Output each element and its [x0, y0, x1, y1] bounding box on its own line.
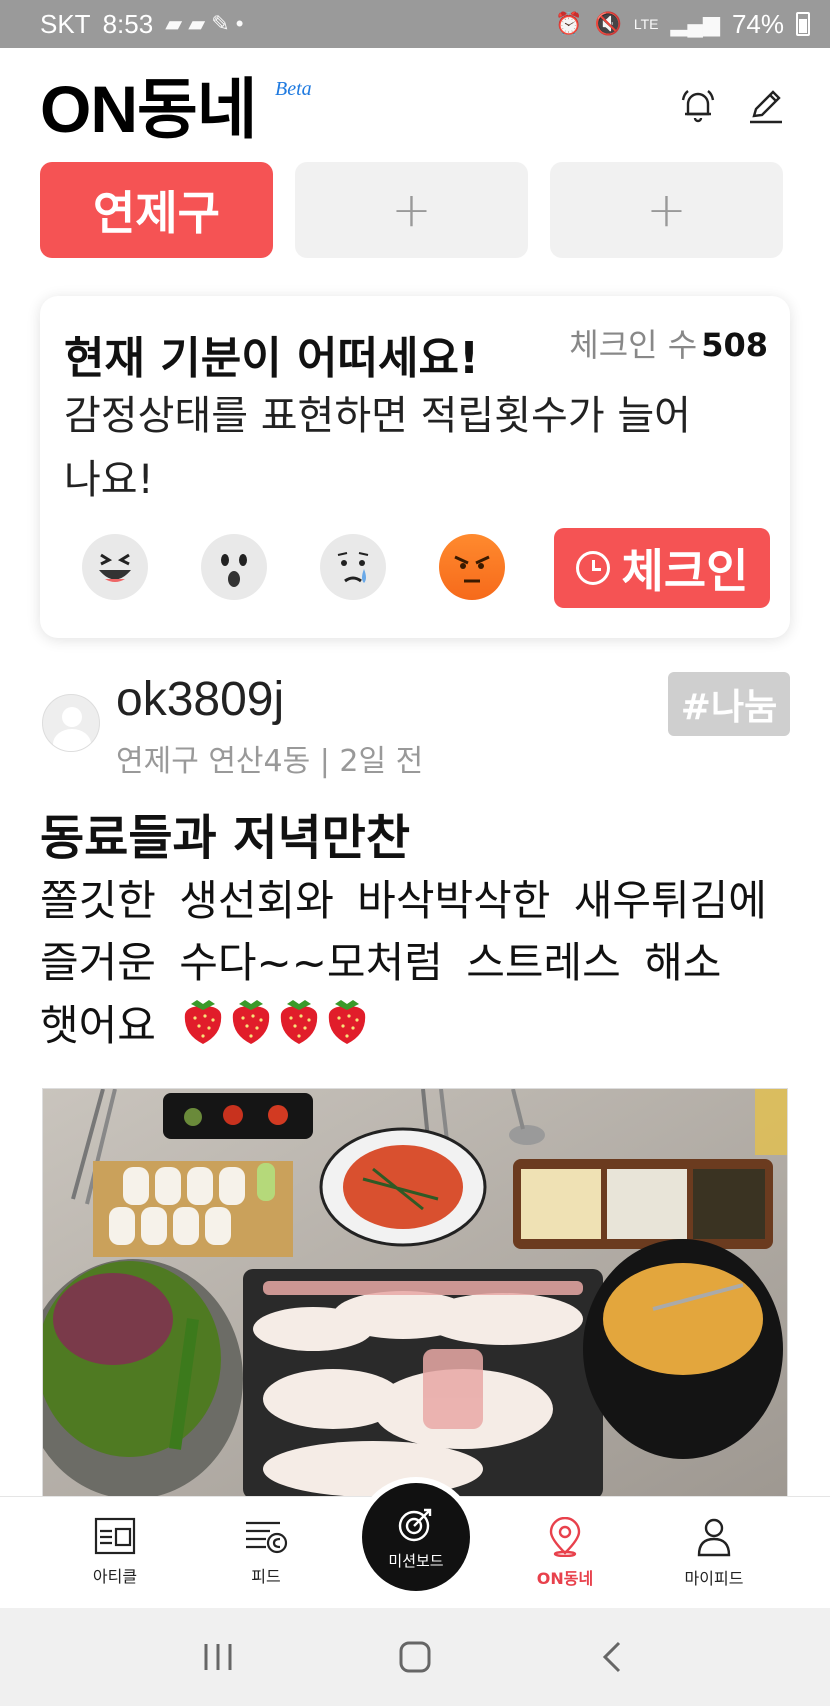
add-region-button[interactable]: +	[550, 162, 783, 258]
clock-time: 8:53	[102, 8, 154, 39]
battery-percent: 74%	[731, 8, 784, 39]
nav-item-mission-board[interactable]: 미션보드	[362, 1483, 470, 1591]
bell-icon[interactable]	[676, 84, 720, 128]
carrier-label: SKT	[40, 8, 91, 39]
notification-icons: ▰ ▰ ✎ •	[165, 11, 244, 36]
target-icon	[398, 1508, 432, 1541]
battery-icon	[796, 12, 810, 36]
checkin-count-value: 508	[701, 326, 768, 364]
post-photo[interactable]	[42, 1088, 788, 1498]
recent-apps-icon[interactable]	[188, 1627, 248, 1687]
checkin-count: 체크인 수 508	[569, 320, 768, 366]
nav-item-on-dongne[interactable]: ON동네	[505, 1517, 625, 1589]
post-body-text: 쫄깃한 생선회와 바삭박삭한 새우튀김에즐거운 수다~~모처럼 스트레스 해소 …	[40, 876, 767, 1050]
post-meta: 연제구 연산4동 | 2일 전	[116, 744, 424, 779]
article-icon	[94, 1517, 136, 1555]
mood-title: 현재 기분이 어떠세요!	[64, 333, 480, 384]
lte-icon: LTE	[633, 16, 659, 32]
nav-label: 피드	[251, 1567, 281, 1586]
clock-icon	[575, 551, 610, 585]
nav-item-article[interactable]: 아티클	[55, 1517, 175, 1587]
strawberry-icon	[323, 994, 371, 1063]
back-icon[interactable]	[582, 1627, 642, 1687]
checkin-button[interactable]: 체크인	[554, 528, 770, 608]
checkin-count-label: 체크인 수	[569, 326, 698, 364]
checkin-button-label: 체크인	[621, 544, 749, 598]
emotion-picker	[82, 534, 505, 600]
mute-icon: 🔇	[594, 11, 622, 36]
strawberry-icon	[275, 994, 323, 1063]
nav-label: ON동네	[536, 1569, 594, 1588]
nav-item-my-feed[interactable]: 마이피드	[654, 1517, 774, 1589]
alarm-icon: ⏰	[555, 11, 583, 36]
nav-label: 미션보드	[388, 1551, 444, 1570]
mood-description: 감정상태를 표현하면 적립횟수가 늘어나요!	[64, 393, 691, 503]
laughing-emoji-icon[interactable]	[82, 534, 148, 600]
post-title: 동료들과 저녁만찬	[40, 810, 410, 866]
app-header: ON동네 Beta	[0, 48, 830, 158]
add-region-button[interactable]: +	[295, 162, 528, 258]
angry-emoji-icon[interactable]	[439, 534, 505, 600]
feed-icon	[246, 1521, 288, 1554]
crying-emoji-icon[interactable]	[320, 534, 386, 600]
mood-checkin-card: 현재 기분이 어떠세요! 체크인 수 508 감정상태를 표현하면 적립횟수가 …	[40, 296, 790, 638]
nav-item-feed[interactable]: 피드	[206, 1517, 326, 1587]
strawberry-icon	[227, 994, 275, 1063]
post-tag[interactable]: #나눔	[668, 672, 790, 736]
status-bar: SKT 8:53 ▰ ▰ ✎ • ⏰ 🔇 LTE ▂▄▆ 74%	[0, 0, 830, 48]
plus-icon: +	[391, 182, 432, 238]
system-nav-bar	[0, 1608, 830, 1706]
person-icon	[697, 1518, 731, 1557]
nav-label: 아티클	[92, 1567, 138, 1586]
nav-label: 마이피드	[684, 1569, 744, 1588]
region-tab-active[interactable]: 연제구	[40, 162, 273, 258]
home-icon[interactable]	[385, 1627, 445, 1687]
post-body: 쫄깃한 생선회와 바삭박삭한 새우튀김에즐거운 수다~~모처럼 스트레스 해소 …	[40, 870, 780, 1063]
plus-icon: +	[646, 182, 687, 238]
strawberry-icon	[179, 994, 227, 1063]
region-tabs: 연제구 + +	[40, 162, 790, 258]
post-username[interactable]: ok3809j	[116, 672, 284, 727]
bottom-nav: 아티클 피드 미션보드 ON동네 마이피드	[0, 1483, 830, 1608]
app-title: ON동네	[40, 72, 257, 146]
pencil-icon[interactable]	[744, 84, 788, 128]
strawberry-icons	[179, 1000, 371, 1050]
beta-label: Beta	[275, 78, 312, 100]
signal-icon: ▂▄▆	[670, 11, 720, 36]
surprised-emoji-icon[interactable]	[201, 534, 267, 600]
avatar[interactable]	[42, 694, 100, 752]
location-pin-icon	[549, 1517, 581, 1557]
